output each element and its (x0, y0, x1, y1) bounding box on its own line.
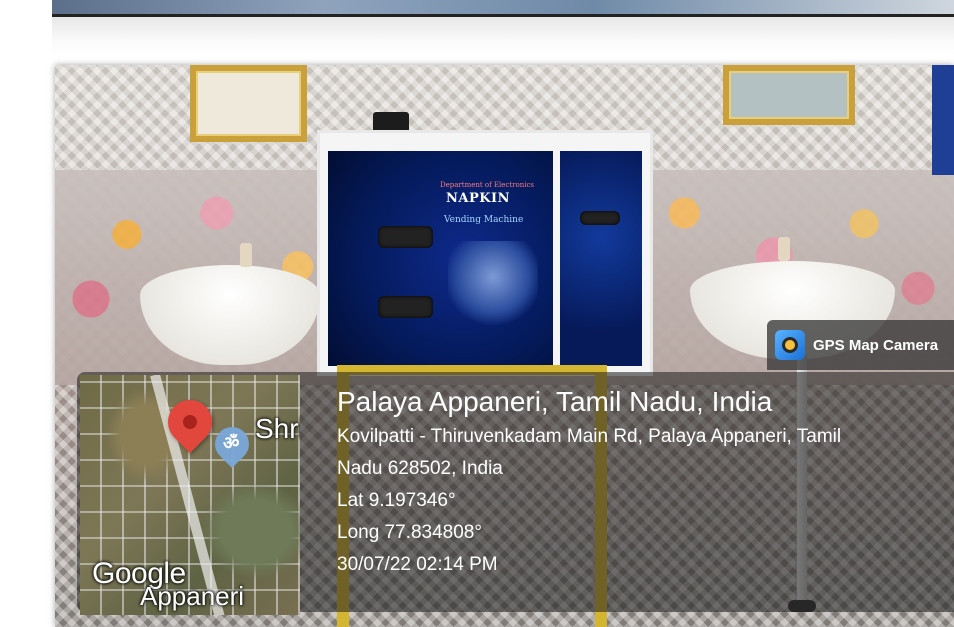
location-title: Palaya Appaneri, Tamil Nadu, India (337, 386, 773, 417)
camera-lens-icon (775, 330, 805, 360)
longitude: Long 77.834808° (337, 522, 482, 543)
blue-cloth (932, 65, 954, 175)
latitude: Lat 9.197346° (337, 490, 456, 511)
machine-front-panel: Department of Electronics NAPKIN Vending… (328, 151, 553, 366)
poster-title: NAPKIN (446, 191, 511, 206)
robot-graphic (448, 241, 538, 331)
timestamp: 30/07/22 02:14 PM (337, 554, 498, 575)
right-mirror (723, 65, 855, 125)
left-mirror (190, 65, 307, 142)
left-faucet (240, 243, 252, 267)
gps-badge-label: GPS Map Camera (813, 336, 939, 354)
poster-department: Department of Electronics (440, 181, 534, 189)
poster-subtitle: Vending Machine (444, 215, 524, 225)
location-info: Palaya Appaneri, Tamil Nadu, India Kovil… (337, 385, 841, 581)
page-shadow (52, 17, 954, 57)
coin-slot (378, 296, 433, 318)
om-symbol-icon: ॐ (223, 433, 240, 454)
address-line-2: Nadu 628502, India (337, 458, 503, 479)
dispense-slot (378, 226, 433, 248)
machine-side-panel (560, 151, 642, 366)
map-thumbnail: ॐ Shri Google Appaneri (80, 375, 300, 615)
location-pin-dot (183, 415, 197, 429)
map-label-appaneri: Appaneri (140, 581, 245, 611)
gps-map-camera-badge: GPS Map Camera (767, 320, 954, 370)
display-slot (580, 211, 620, 225)
geotagged-photo: Department of Electronics NAPKIN Vending… (55, 65, 954, 627)
address-line-1: Kovilpatti - Thiruvenkadam Main Rd, Pala… (337, 426, 842, 447)
right-faucet (778, 237, 790, 261)
top-photo-strip (52, 0, 954, 17)
vending-machine: Department of Electronics NAPKIN Vending… (317, 130, 653, 376)
map-label-shri: Shri (255, 413, 300, 444)
